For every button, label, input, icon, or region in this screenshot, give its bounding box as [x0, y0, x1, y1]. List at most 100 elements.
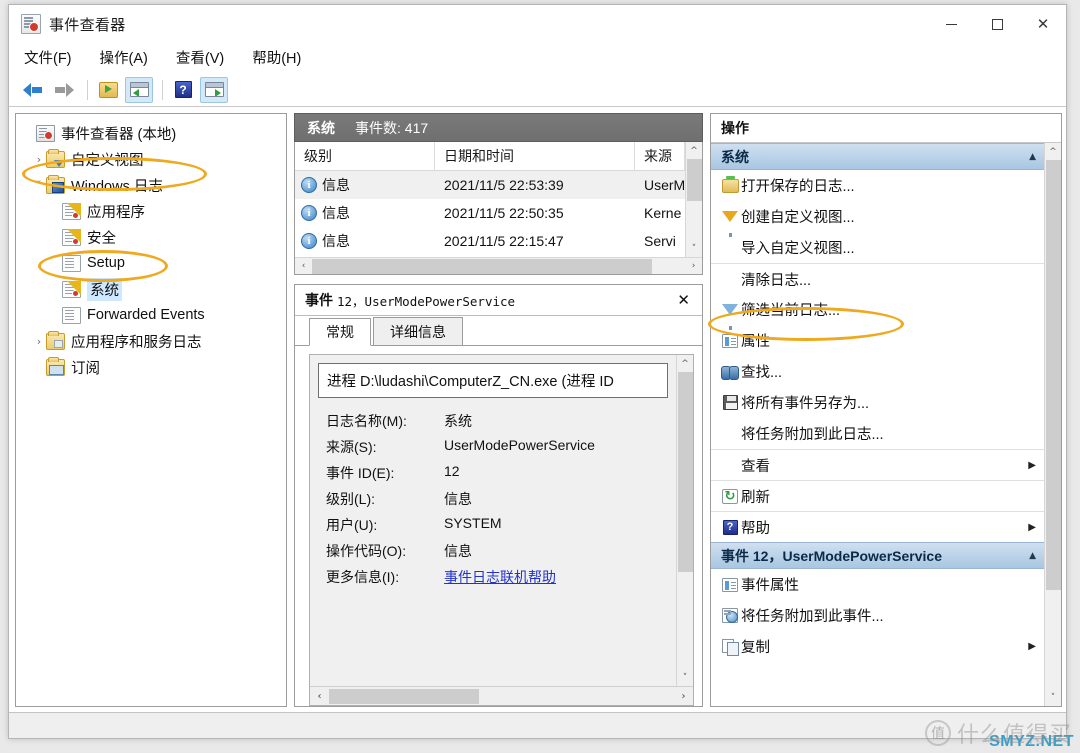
action-label: 帮助: [741, 520, 770, 537]
toolbar-back-button[interactable]: [19, 77, 47, 103]
event-rows: i 信息 2021/11/5 22:53:39 UserM i 信息 2021/…: [295, 171, 685, 257]
action-attach-task-to-log[interactable]: 将任务附加到此日志...: [711, 418, 1044, 449]
tab-general[interactable]: 常规: [309, 318, 371, 346]
toolbar-open-folder-button[interactable]: [94, 77, 122, 103]
field-value: 12: [444, 463, 460, 479]
chevron-down-icon[interactable]: ˇ: [32, 179, 46, 192]
tree-item-event-viewer-root[interactable]: 事件查看器 (本地): [18, 120, 284, 146]
action-refresh[interactable]: 刷新: [711, 480, 1044, 511]
watermark-site: SMYZ.NET: [989, 733, 1074, 750]
blank-icon: [719, 424, 741, 444]
menu-view[interactable]: 查看(V): [175, 45, 225, 70]
toolbar-separator: [87, 79, 88, 100]
menu-file[interactable]: 文件(F): [23, 45, 73, 70]
field-value: 事件日志联机帮助: [444, 567, 556, 587]
column-header-level[interactable]: 级别: [295, 142, 435, 170]
chevron-right-icon[interactable]: ›: [32, 153, 46, 166]
tree-item-security[interactable]: 安全: [18, 224, 284, 250]
action-help[interactable]: ? 帮助 ▶: [711, 511, 1044, 542]
event-log-online-help-link[interactable]: 事件日志联机帮助: [444, 569, 556, 585]
actions-vertical-scrollbar[interactable]: ^ ˅: [1044, 143, 1061, 706]
tree-item-subscriptions[interactable]: 订阅: [18, 354, 284, 380]
menu-action[interactable]: 操作(A): [99, 45, 149, 70]
collapse-caret-icon[interactable]: ▲: [1029, 551, 1036, 561]
toolbar-show-tree-pane-button[interactable]: [125, 76, 153, 103]
scroll-down-icon[interactable]: ˅: [686, 240, 703, 257]
cell-level-text: 信息: [322, 233, 350, 249]
column-header-datetime[interactable]: 日期和时间: [435, 142, 635, 170]
scroll-down-icon[interactable]: ˅: [1045, 689, 1062, 706]
tree-item-label: Windows 日志: [71, 178, 163, 195]
save-all-events-icon: [719, 393, 741, 413]
action-filter-current-log[interactable]: 筛选当前日志...: [711, 294, 1044, 330]
field-key: 操作代码(O):: [326, 543, 407, 559]
scrollbar-thumb[interactable]: [1045, 160, 1061, 590]
forward-arrow-icon: [54, 82, 74, 97]
event-list-horizontal-scrollbar[interactable]: ‹ ›: [295, 257, 702, 274]
scroll-up-icon[interactable]: ^: [1045, 143, 1062, 160]
action-import-custom-view[interactable]: 导入自定义视图...: [711, 232, 1044, 263]
menu-file-label: 文件(F): [24, 51, 72, 67]
tree-item-setup[interactable]: Setup: [18, 250, 284, 276]
event-detail-close-button[interactable]: ✕: [673, 291, 694, 309]
actions-pane: 操作 系统 ▲ 打开保存的日志... 创建自定义视图... 导入自定义视图...…: [710, 113, 1062, 707]
minimize-button[interactable]: [928, 5, 974, 43]
submenu-arrow-icon: ▶: [1028, 459, 1036, 471]
toolbar-help-button[interactable]: ?: [169, 77, 197, 103]
actions-group-system[interactable]: 系统 ▲: [711, 143, 1044, 170]
maximize-button[interactable]: [974, 5, 1020, 43]
scroll-right-icon[interactable]: ›: [674, 691, 693, 702]
tree-item-applications-and-services-logs[interactable]: › 应用程序和服务日志: [18, 328, 284, 354]
action-find[interactable]: 查找...: [711, 356, 1044, 387]
action-attach-task-to-event[interactable]: 将任务附加到此事件...: [711, 600, 1044, 631]
scrollbar-thumb[interactable]: [312, 258, 652, 274]
scroll-up-icon[interactable]: ^: [677, 355, 694, 372]
scrollbar-thumb[interactable]: [686, 159, 702, 201]
scroll-left-icon[interactable]: ‹: [295, 261, 312, 271]
back-arrow-icon: [23, 82, 43, 97]
actions-group-event[interactable]: 事件 12，UserModePowerService ▲: [711, 542, 1044, 569]
table-row[interactable]: i 信息 2021/11/5 22:15:47 Servi: [295, 227, 685, 255]
minimize-icon: [945, 23, 957, 25]
action-copy[interactable]: 复制 ▶: [711, 631, 1044, 662]
scrollbar-thumb[interactable]: [677, 372, 693, 572]
tab-details[interactable]: 详细信息: [373, 317, 463, 345]
tree-item-custom-views[interactable]: › 自定义视图: [18, 146, 284, 172]
scroll-up-icon[interactable]: ^: [686, 142, 703, 159]
event-list-vertical-scrollbar[interactable]: ^ ˅: [685, 142, 702, 257]
open-folder-icon: [98, 81, 118, 98]
action-view[interactable]: 查看 ▶: [711, 449, 1044, 480]
action-event-properties[interactable]: 事件属性: [711, 569, 1044, 600]
chevron-right-icon[interactable]: ›: [32, 335, 46, 348]
scroll-left-icon[interactable]: ‹: [310, 691, 329, 702]
log-icon: [62, 228, 81, 246]
action-open-saved-log[interactable]: 打开保存的日志...: [711, 170, 1044, 201]
action-create-custom-view[interactable]: 创建自定义视图...: [711, 201, 1044, 237]
action-label: 查找...: [741, 365, 783, 381]
filter-current-log-icon: [719, 300, 741, 330]
tree-item-system[interactable]: 系统: [18, 276, 284, 302]
table-row[interactable]: i 信息 2021/11/5 22:50:35 Kerne: [295, 199, 685, 227]
scroll-right-icon[interactable]: ›: [685, 261, 702, 271]
scrollbar-thumb[interactable]: [329, 688, 479, 704]
tree-item-application[interactable]: 应用程序: [18, 198, 284, 224]
menu-help[interactable]: 帮助(H): [251, 45, 302, 70]
tree-item-windows-logs[interactable]: ˇ Windows 日志: [18, 172, 284, 198]
tree-item-forwarded-events[interactable]: Forwarded Events: [18, 302, 284, 328]
tab-general-label: 常规: [326, 324, 354, 340]
scroll-down-icon[interactable]: ˅: [677, 669, 694, 686]
toolbar: ?: [9, 73, 1066, 107]
collapse-caret-icon[interactable]: ▲: [1029, 152, 1036, 162]
table-row[interactable]: i 信息 2021/11/5 22:53:39 UserM: [295, 171, 685, 199]
event-detail-horizontal-scrollbar[interactable]: ‹ ›: [310, 686, 693, 705]
action-save-all-events-as[interactable]: 将所有事件另存为...: [711, 387, 1044, 418]
field-opcode: 操作代码(O): 信息: [310, 538, 676, 564]
column-header-source[interactable]: 来源: [635, 142, 685, 170]
action-properties[interactable]: 属性: [711, 325, 1044, 356]
action-clear-log[interactable]: 清除日志...: [711, 263, 1044, 294]
cell-source: UserM: [644, 177, 685, 193]
toolbar-show-action-pane-button[interactable]: [200, 76, 228, 103]
close-button[interactable]: ✕: [1020, 5, 1066, 43]
toolbar-forward-button[interactable]: [50, 77, 78, 103]
event-detail-vertical-scrollbar[interactable]: ^ ˅: [676, 355, 693, 686]
